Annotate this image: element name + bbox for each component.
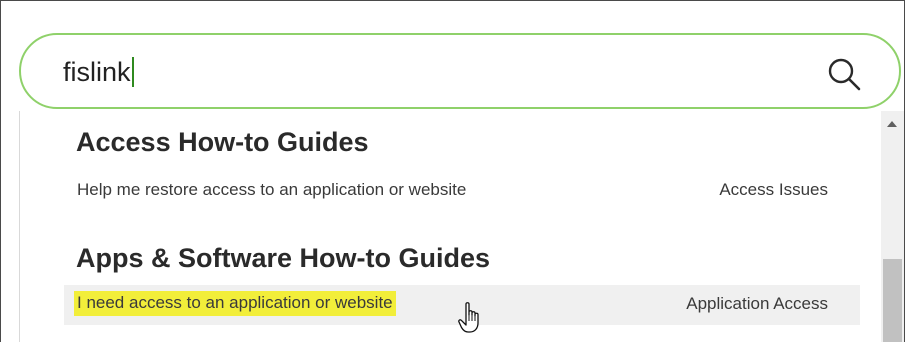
search-results-dropdown: Access How-to Guides Help me restore acc… — [19, 111, 882, 342]
scroll-thumb[interactable] — [883, 259, 902, 342]
search-input[interactable]: fislink — [19, 33, 901, 109]
search-input-value[interactable]: fislink — [63, 57, 134, 87]
result-item-category: Application Access — [686, 294, 828, 313]
dropdown-scrollbar[interactable] — [881, 111, 904, 342]
search-icon[interactable] — [827, 57, 861, 91]
result-item-category: Access Issues — [719, 180, 828, 199]
search-widget: fislink Access How-to Guides Help me res… — [0, 0, 905, 342]
result-item-title[interactable]: Help me restore access to an application… — [77, 180, 466, 200]
scroll-up-arrow-icon[interactable] — [887, 121, 897, 127]
text-caret — [131, 57, 134, 87]
result-item-title[interactable]: I need access to an application or websi… — [74, 291, 396, 316]
result-item[interactable]: Help me restore access to an application… — [64, 171, 860, 211]
result-group-heading: Access How-to Guides — [76, 127, 369, 157]
hand-pointer-cursor-icon — [458, 302, 479, 333]
result-group-heading: Apps & Software How-to Guides — [76, 243, 491, 273]
